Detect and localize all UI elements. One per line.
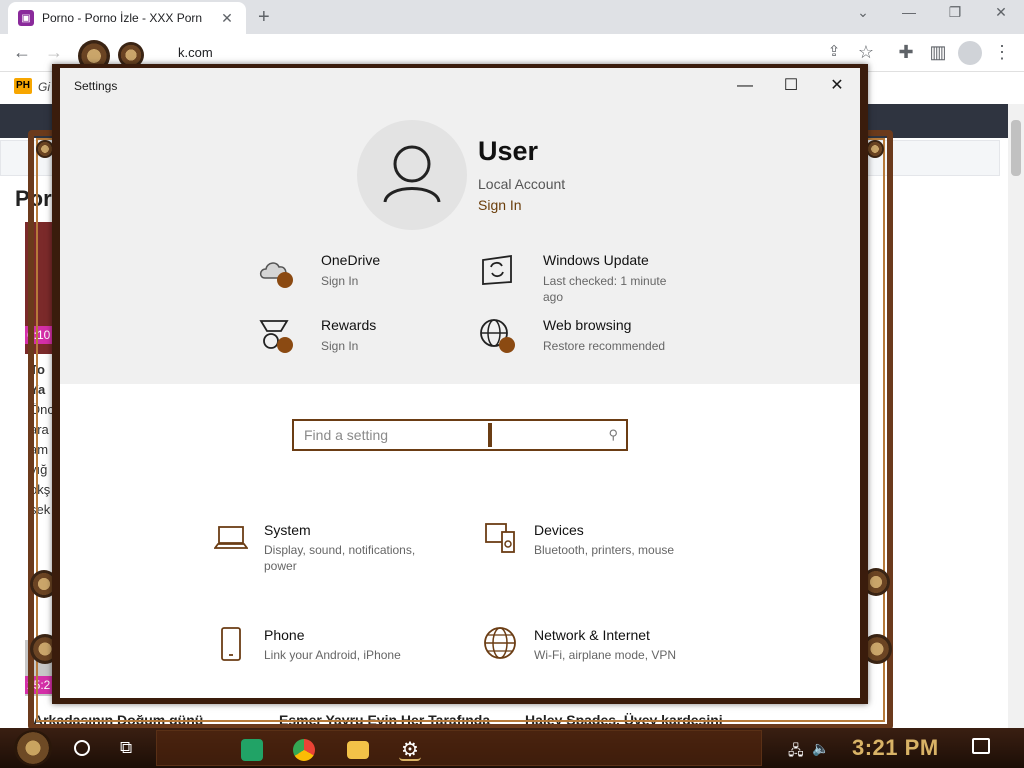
quick-onedrive[interactable]: OneDrive Sign In	[257, 252, 457, 312]
category-subtitle: Bluetooth, printers, mouse	[534, 543, 675, 557]
quick-subtitle: Sign In	[321, 274, 359, 288]
cortana-icon[interactable]	[74, 740, 90, 756]
browser-close-button[interactable]: ✕	[978, 4, 1024, 21]
notification-icon[interactable]	[972, 738, 990, 754]
status-dot	[277, 337, 293, 353]
bookmark-star-icon[interactable]: ☆	[854, 42, 878, 63]
address-bar[interactable]: k.com	[178, 45, 213, 60]
quick-windows-update[interactable]: Windows Update Last checked: 1 minute ag…	[479, 252, 679, 312]
category-subtitle: Wi-Fi, airplane mode, VPN	[534, 648, 677, 662]
profile-avatar[interactable]	[357, 120, 467, 230]
spreadsheet-icon[interactable]	[241, 739, 263, 761]
quick-subtitle: Sign In	[321, 339, 359, 353]
volume-muted-icon[interactable]: 🔈	[812, 740, 829, 757]
quick-subtitle: Last checked: 1 minute ago	[543, 274, 667, 304]
category-subtitle: Display, sound, notifications, power	[264, 543, 416, 573]
category-title: Phone	[264, 627, 305, 643]
profile-avatar[interactable]	[958, 41, 982, 65]
profile-name: User	[478, 136, 539, 166]
extensions-icon[interactable]: ✚	[894, 42, 918, 63]
browser-tab-bar: ▣ Porno - Porno İzle - XXX Porn ✕ + ⌄ — …	[0, 0, 1024, 34]
settings-gear-icon[interactable]: ⚙	[399, 739, 421, 761]
settings-close-button[interactable]: ✕	[814, 72, 860, 100]
category-title: Network & Internet	[534, 627, 650, 643]
window-title: Settings	[74, 79, 118, 93]
user-icon	[383, 145, 441, 203]
menu-dots-icon[interactable]: ⋮	[990, 42, 1014, 63]
tab-title: Porno - Porno İzle - XXX Porn	[42, 11, 203, 25]
bookmark-favicon-icon[interactable]: PH	[14, 78, 32, 94]
quick-title: OneDrive	[321, 252, 381, 268]
quick-rewards[interactable]: Rewards Sign In	[257, 317, 457, 377]
quick-web-browsing[interactable]: Web browsing Restore recommended	[479, 317, 679, 377]
taskbar: ⧉ ⚙ 🖧 🔈 3:21 PM	[0, 728, 1024, 768]
phone-icon	[221, 627, 241, 661]
quick-title: Rewards	[321, 317, 377, 333]
tab-close-icon[interactable]: ✕	[218, 10, 236, 27]
globe-icon	[484, 627, 516, 659]
side-panel-icon[interactable]: ▥	[926, 42, 950, 63]
settings-window: Settings — ☐ ✕ User Local Account Sign I…	[52, 64, 868, 704]
settings-maximize-button[interactable]: ☐	[768, 72, 814, 100]
new-tab-button[interactable]: +	[258, 6, 270, 29]
browser-minimize-button[interactable]: —	[886, 4, 932, 20]
back-arrow-icon[interactable]: ←	[10, 42, 34, 63]
quick-title: Windows Update	[543, 252, 649, 268]
forward-arrow-icon[interactable]: →	[42, 42, 66, 63]
category-system[interactable]: System Display, sound, notifications, po…	[214, 522, 454, 582]
quick-subtitle: Restore recommended	[543, 339, 666, 353]
folder-icon[interactable]	[347, 741, 369, 759]
category-title: System	[264, 522, 311, 538]
category-phone[interactable]: Phone Link your Android, iPhone	[214, 627, 454, 687]
settings-search[interactable]: ⚲	[292, 419, 628, 451]
category-title: Devices	[534, 522, 584, 538]
search-input[interactable]	[304, 427, 584, 443]
share-icon[interactable]: ⇪	[822, 42, 846, 60]
task-view-icon[interactable]: ⧉	[120, 738, 132, 758]
tab-search-icon[interactable]: ⌄	[840, 4, 886, 21]
quick-title: Web browsing	[543, 317, 632, 333]
bookmark-label[interactable]: Gi	[38, 80, 50, 94]
browser-tab[interactable]: ▣ Porno - Porno İzle - XXX Porn ✕	[8, 2, 246, 34]
settings-minimize-button[interactable]: —	[722, 72, 768, 100]
category-devices[interactable]: Devices Bluetooth, printers, mouse	[484, 522, 724, 582]
network-icon[interactable]: 🖧	[788, 740, 804, 764]
status-dot	[277, 272, 293, 288]
refresh-icon	[482, 254, 512, 285]
page-scrollbar[interactable]	[1008, 104, 1024, 728]
clock[interactable]: 3:21 PM	[852, 735, 939, 761]
account-type: Local Account	[478, 176, 566, 192]
chrome-icon[interactable]	[293, 739, 315, 761]
laptop-icon	[214, 526, 248, 549]
browser-restore-button[interactable]: ❐	[932, 4, 978, 21]
scrollbar-thumb[interactable]	[1011, 120, 1021, 176]
status-dot	[499, 337, 515, 353]
category-subtitle: Link your Android, iPhone	[264, 648, 401, 662]
gear-icon	[866, 140, 884, 158]
taskbar-apps: ⚙	[156, 730, 762, 766]
search-icon[interactable]: ⚲	[608, 427, 618, 443]
keyboard-icon	[485, 523, 515, 553]
start-button[interactable]	[14, 730, 52, 766]
site-favicon-icon: ▣	[18, 10, 34, 26]
search-divider	[488, 423, 492, 447]
category-network[interactable]: Network & Internet Wi-Fi, airplane mode,…	[484, 627, 724, 687]
settings-body: Settings — ☐ ✕ User Local Account Sign I…	[60, 68, 860, 698]
sign-in-link[interactable]: Sign In	[478, 197, 522, 213]
